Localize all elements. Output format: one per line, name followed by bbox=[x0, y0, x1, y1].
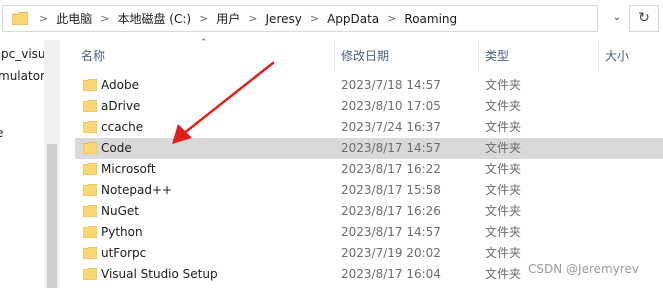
address-box[interactable]: > 此电脑 > 本地磁盘 (C:) > 用户 > Jeresy > AppDat… bbox=[2, 5, 598, 32]
file-modified-date: 2023/8/17 14:57 bbox=[341, 225, 441, 239]
file-name: Adobe bbox=[101, 78, 139, 92]
file-list: ⌃ 名称 修改日期 类型 大小 Adobe 2023/7/18 14:57 文件夹 a… bbox=[60, 36, 663, 288]
column-divider[interactable] bbox=[598, 42, 599, 70]
file-modified-date: 2023/8/10 17:05 bbox=[341, 99, 441, 113]
file-name: aDrive bbox=[101, 99, 141, 113]
chevron-right-icon[interactable]: > bbox=[248, 12, 257, 25]
file-modified-date: 2023/7/24 16:37 bbox=[341, 120, 441, 134]
file-type: 文件夹 bbox=[485, 183, 522, 197]
folder-icon bbox=[83, 226, 97, 238]
file-row[interactable]: NuGet 2023/8/17 16:26 文件夹 bbox=[75, 201, 663, 222]
file-modified-date: 2023/8/17 16:04 bbox=[341, 267, 441, 281]
folder-icon bbox=[83, 247, 97, 259]
folder-icon bbox=[83, 121, 97, 133]
chevron-right-icon[interactable]: > bbox=[39, 12, 48, 25]
file-name: Code bbox=[101, 141, 132, 155]
watermark: CSDN @Jeremyrev bbox=[528, 262, 639, 276]
breadcrumb-roaming[interactable]: Roaming bbox=[404, 12, 457, 26]
file-type: 文件夹 bbox=[485, 120, 522, 134]
file-name: Visual Studio Setup bbox=[101, 267, 218, 281]
file-row[interactable]: Python 2023/8/17 14:57 文件夹 bbox=[75, 222, 663, 243]
nav-item[interactable]: e bbox=[0, 126, 3, 140]
breadcrumb: > 此电脑 > 本地磁盘 (C:) > 用户 > Jeresy > AppDat… bbox=[31, 6, 457, 31]
folder-icon bbox=[83, 205, 97, 217]
file-modified-date: 2023/8/17 14:57 bbox=[341, 141, 441, 155]
column-header-size[interactable]: 大小 bbox=[605, 42, 629, 70]
file-name: utForpc bbox=[101, 246, 147, 260]
column-header-type[interactable]: 类型 bbox=[485, 42, 509, 70]
folder-icon bbox=[83, 79, 97, 91]
file-name: NuGet bbox=[101, 204, 139, 218]
folder-icon bbox=[12, 12, 28, 25]
file-type: 文件夹 bbox=[485, 204, 522, 218]
chevron-right-icon[interactable]: > bbox=[100, 12, 109, 25]
file-type: 文件夹 bbox=[485, 141, 522, 155]
chevron-right-icon[interactable]: > bbox=[199, 12, 208, 25]
nav-item[interactable]: mulator bbox=[0, 69, 45, 83]
sort-ascending-icon: ⌃ bbox=[200, 38, 208, 48]
nav-scrollbar-thumb[interactable] bbox=[47, 144, 57, 288]
chevron-right-icon[interactable]: > bbox=[310, 12, 319, 25]
file-modified-date: 2023/7/18 14:57 bbox=[341, 78, 441, 92]
folder-icon bbox=[83, 163, 97, 175]
file-type: 文件夹 bbox=[485, 225, 522, 239]
file-row[interactable]: Notepad++ 2023/8/17 15:58 文件夹 bbox=[75, 180, 663, 201]
file-modified-date: 2023/8/17 16:22 bbox=[341, 162, 441, 176]
breadcrumb-jeresy[interactable]: Jeresy bbox=[266, 12, 302, 26]
chevron-right-icon[interactable]: > bbox=[387, 12, 396, 25]
file-type: 文件夹 bbox=[485, 99, 522, 113]
file-modified-date: 2023/8/17 16:26 bbox=[341, 204, 441, 218]
breadcrumb-local-disk[interactable]: 本地磁盘 (C:) bbox=[117, 10, 191, 27]
folder-icon bbox=[83, 184, 97, 196]
nav-item[interactable]: pc_visu bbox=[1, 47, 46, 61]
column-header-name[interactable]: 名称 bbox=[81, 42, 105, 70]
folder-icon bbox=[83, 268, 97, 280]
column-headers: ⌃ 名称 修改日期 类型 大小 bbox=[60, 38, 663, 70]
file-row[interactable]: ccache 2023/7/24 16:37 文件夹 bbox=[75, 117, 663, 138]
file-row[interactable]: Microsoft 2023/8/17 16:22 文件夹 bbox=[75, 159, 663, 180]
file-modified-date: 2023/8/17 15:58 bbox=[341, 183, 441, 197]
file-row[interactable]: utForpc 2023/7/19 20:02 文件夹 bbox=[75, 243, 663, 264]
folder-icon bbox=[83, 142, 97, 154]
folder-icon bbox=[83, 100, 97, 112]
file-row[interactable]: Adobe 2023/7/18 14:57 文件夹 bbox=[75, 75, 663, 96]
address-bar: > 此电脑 > 本地磁盘 (C:) > 用户 > Jeresy > AppDat… bbox=[0, 0, 663, 36]
column-divider[interactable] bbox=[334, 42, 335, 70]
file-type: 文件夹 bbox=[485, 162, 522, 176]
breadcrumb-this-pc[interactable]: 此电脑 bbox=[56, 10, 92, 27]
address-dropdown-icon[interactable]: ⌄ bbox=[610, 10, 624, 26]
column-header-date[interactable]: 修改日期 bbox=[341, 42, 389, 70]
file-name: Python bbox=[101, 225, 143, 239]
file-type: 文件夹 bbox=[485, 246, 522, 260]
file-name: ccache bbox=[101, 120, 144, 134]
file-type: 文件夹 bbox=[485, 78, 522, 92]
column-divider[interactable] bbox=[478, 42, 479, 70]
file-name: Notepad++ bbox=[101, 183, 173, 197]
refresh-icon[interactable]: ↻ bbox=[629, 5, 659, 32]
file-row[interactable]: aDrive 2023/8/10 17:05 文件夹 bbox=[75, 96, 663, 117]
breadcrumb-users[interactable]: 用户 bbox=[216, 10, 240, 27]
breadcrumb-appdata[interactable]: AppData bbox=[327, 12, 379, 26]
file-name: Microsoft bbox=[101, 162, 156, 176]
file-modified-date: 2023/7/19 20:02 bbox=[341, 246, 441, 260]
file-type: 文件夹 bbox=[485, 267, 522, 281]
file-row[interactable]: Code 2023/8/17 14:57 文件夹 bbox=[75, 138, 663, 159]
navigation-pane: pc_visu mulator e bbox=[0, 36, 60, 288]
